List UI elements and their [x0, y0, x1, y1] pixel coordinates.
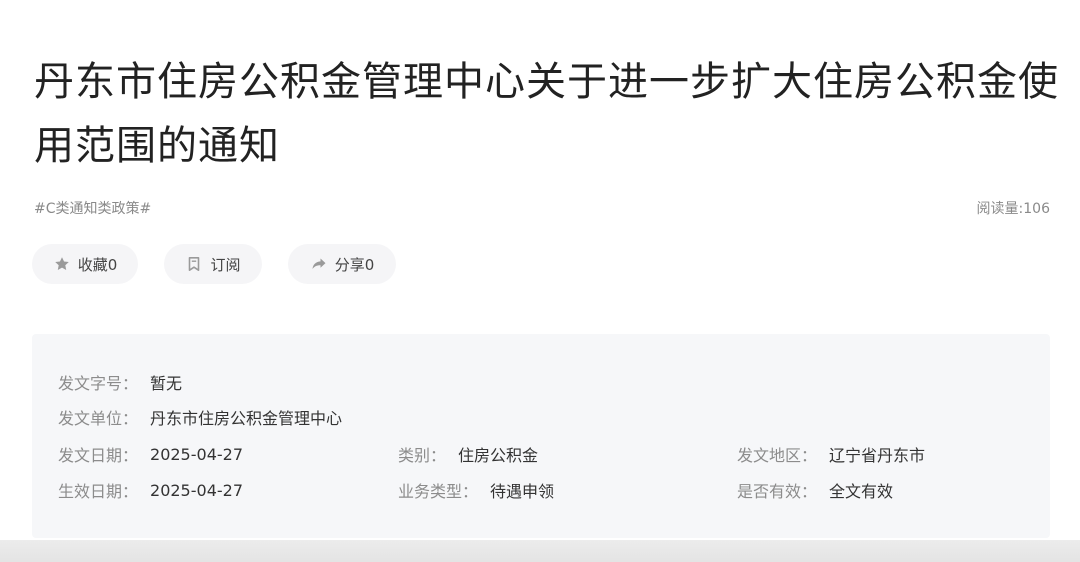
issue-date-row: 发文日期： 2025-04-27: [58, 443, 243, 466]
doc-number-label: 发文字号：: [58, 374, 139, 393]
business-type-label: 业务类型：: [398, 482, 479, 501]
effective-date-value: 2025-04-27: [150, 480, 243, 500]
doc-number-value: 暂无: [150, 374, 183, 393]
category-row: 类别： 住房公积金: [398, 443, 538, 465]
effective-date-label: 生效日期：: [58, 482, 139, 501]
star-icon: [53, 255, 71, 273]
business-type-row: 业务类型： 待遇申领: [398, 479, 554, 501]
validity-label: 是否有效：: [737, 482, 818, 501]
issue-date-value: 2025-04-27: [150, 444, 243, 464]
issue-date-label: 发文日期：: [58, 446, 139, 465]
article-actions: 收藏0 订阅 分享0: [32, 244, 396, 284]
policy-article-page: 丹东市住房公积金管理中心关于进一步扩大住房公积金使用范围的通知 #C类通知类政策…: [0, 0, 1080, 562]
category-label: 类别：: [398, 446, 447, 465]
region-row: 发文地区： 辽宁省丹东市: [737, 443, 925, 465]
issuer-value: 丹东市住房公积金管理中心: [150, 409, 343, 428]
article-title: 丹东市住房公积金管理中心关于进一步扩大住房公积金使用范围的通知: [34, 59, 1059, 169]
favorite-label: 收藏0: [77, 255, 118, 274]
subscribe-button[interactable]: 订阅: [164, 244, 262, 284]
region-value: 辽宁省丹东市: [829, 446, 926, 465]
share-button[interactable]: 分享0: [288, 244, 396, 284]
validity-row: 是否有效： 全文有效: [737, 479, 893, 501]
issuer-label: 发文单位：: [58, 409, 139, 428]
page-bottom-divider: [0, 540, 1080, 562]
article-meta: #C类通知类政策# 阅读量:106: [34, 198, 1050, 218]
bookmark-icon: [185, 255, 203, 273]
document-info-panel: 发文字号： 暂无 发文单位： 丹东市住房公积金管理中心 发文日期： 2025-0…: [32, 334, 1050, 538]
favorite-button[interactable]: 收藏0: [32, 244, 138, 284]
subscribe-label: 订阅: [210, 255, 241, 274]
doc-number-row: 发文字号： 暂无: [58, 371, 182, 393]
effective-date-row: 生效日期： 2025-04-27: [58, 479, 243, 502]
read-count: 阅读量:106: [976, 201, 1050, 217]
category-value: 住房公积金: [458, 446, 539, 465]
business-type-value: 待遇申领: [490, 482, 555, 501]
issuer-row: 发文单位： 丹东市住房公积金管理中心: [58, 406, 342, 428]
share-arrow-icon: [310, 255, 328, 273]
region-label: 发文地区：: [737, 446, 818, 465]
policy-tag[interactable]: #C类通知类政策#: [34, 198, 151, 218]
share-label: 分享0: [334, 255, 375, 274]
validity-value: 全文有效: [829, 482, 894, 501]
